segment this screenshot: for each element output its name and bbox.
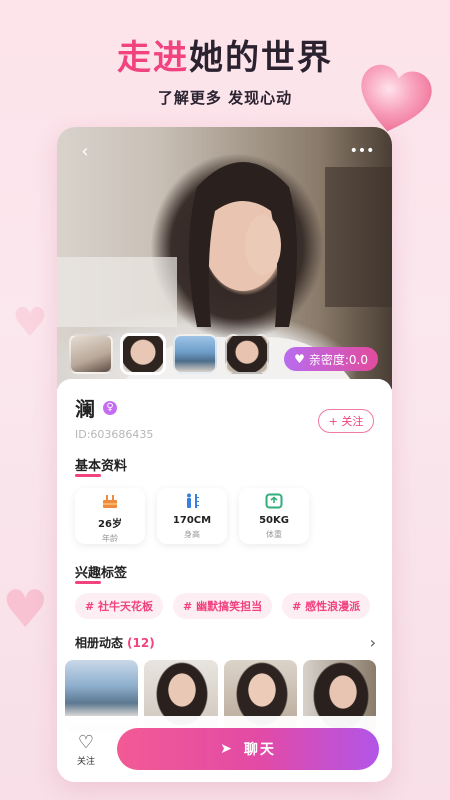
profile-name: 澜 (75, 397, 95, 421)
photo-thumbnail[interactable] (69, 334, 113, 374)
album-header[interactable]: 相册动态 (12) › (75, 633, 376, 652)
basic-info-stats: 26岁 年龄 170CM 身高 50KG 体重 (75, 488, 376, 544)
cake-icon (75, 493, 145, 511)
basic-info-title: 基本资料 (75, 455, 127, 477)
weight-stat: 50KG 体重 (239, 488, 309, 544)
follow-button[interactable]: + 关注 (318, 409, 374, 433)
profile-info-panel: 澜 ♀ ID:603686435 + 关注 基本资料 26岁 年龄 170CM … (57, 379, 392, 782)
interest-tag[interactable]: # 社牛天花板 (75, 593, 164, 619)
album-title: 相册动态 (12) (75, 636, 155, 650)
heart-icon: ♥ (294, 352, 305, 366)
intimacy-badge: ♥ 亲密度:0.0 (284, 347, 378, 371)
height-icon (157, 493, 227, 511)
interest-tags: # 社牛天花板 # 幽默搞笑担当 # 感性浪漫派 (75, 593, 376, 619)
heart-outline-icon: ♡ (77, 731, 95, 753)
photo-thumbnail[interactable] (173, 334, 217, 374)
send-icon: ➤ (220, 741, 234, 757)
profile-main-photo[interactable]: ‹ ••• ♥ 亲密度:0.0 (57, 127, 392, 389)
bottom-action-bar: ♡ 关注 ➤ 聊天 (57, 716, 392, 782)
more-icon[interactable]: ••• (348, 139, 376, 163)
bottom-follow-button[interactable]: ♡ 关注 (57, 732, 115, 767)
chat-button[interactable]: ➤ 聊天 (117, 728, 379, 770)
back-icon[interactable]: ‹ (71, 139, 99, 163)
chevron-right-icon[interactable]: › (370, 633, 376, 652)
background-heart-icon: ♥ (2, 580, 49, 640)
interests-title: 兴趣标签 (75, 562, 127, 584)
female-icon: ♀ (103, 400, 117, 415)
photo-thumbnail[interactable] (121, 334, 165, 374)
photo-thumbnail[interactable] (225, 334, 269, 374)
photo-thumbnails (69, 334, 269, 374)
background-heart-icon: ♥ (12, 300, 48, 346)
height-stat: 170CM 身高 (157, 488, 227, 544)
profile-card: ‹ ••• ♥ 亲密度:0.0 澜 ♀ ID:603686435 + 关注 基本… (57, 127, 392, 782)
interest-tag[interactable]: # 感性浪漫派 (282, 593, 371, 619)
interest-tag[interactable]: # 幽默搞笑担当 (173, 593, 273, 619)
album-count: (12) (127, 636, 155, 650)
scale-icon (239, 493, 309, 511)
age-stat: 26岁 年龄 (75, 488, 145, 544)
